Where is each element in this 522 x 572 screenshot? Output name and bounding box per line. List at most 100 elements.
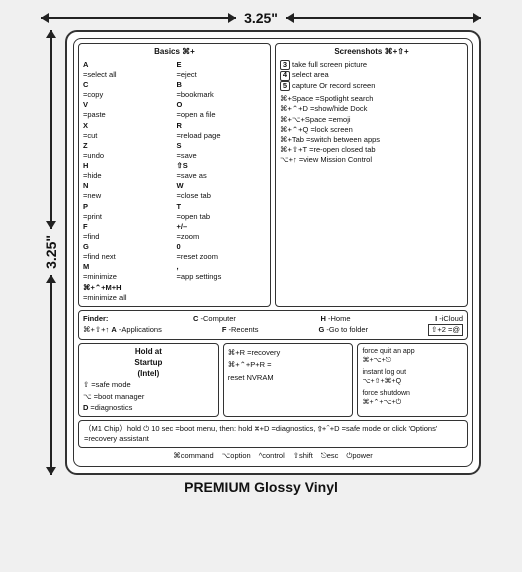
- legend-shift: ⇧shift: [293, 451, 313, 461]
- finder-row-2: ⌘+⇧+↑ A -Applications F -Recents G -Go t…: [83, 324, 463, 336]
- force-shutdown-keys: ⌘+⌃+⌥+⏻: [362, 398, 463, 408]
- horizontal-arrow-right: [286, 17, 481, 19]
- top-section: Basics ⌘+ A =select all E =eject C =copy…: [78, 43, 468, 307]
- basics-item: O =open a file: [177, 100, 267, 120]
- outer-container: 3.25" 3.25" Basics ⌘+ A =select all E =e…: [11, 10, 511, 495]
- startup-title: Hold atStartup(Intel): [83, 347, 214, 379]
- basics-item: C =copy: [83, 80, 173, 100]
- shortcut-row: ⌘+Space =Spotlight search: [280, 94, 463, 104]
- finder-at: ⇧+2 =@: [428, 324, 463, 336]
- basics-item: 0 =reset zoom: [177, 242, 267, 262]
- force-shutdown-section: force shutdown ⌘+⌃+⌥+⏻: [362, 389, 463, 408]
- force-quit-title: force quit an app: [362, 347, 463, 356]
- legend-esc: ⎋esc: [321, 451, 339, 461]
- basics-item: N =new: [83, 181, 173, 201]
- finder-row: Finder: C -Computer H -Home I -iCloud: [83, 314, 463, 324]
- legend-power: ⏻power: [346, 451, 372, 461]
- basics-item: S =save: [177, 141, 267, 161]
- sticker-inner: Basics ⌘+ A =select all E =eject C =copy…: [73, 38, 473, 467]
- diagnostics-label: =diagnostics: [90, 402, 132, 413]
- basics-item: V =paste: [83, 100, 173, 120]
- footer-text: PREMIUM Glossy Vinyl: [184, 479, 338, 495]
- legend-ctrl: ^control: [259, 451, 285, 461]
- finder-home: H -Home: [320, 314, 350, 324]
- startup-boot-manager: ⌥ =boot manager: [83, 391, 214, 402]
- shortcut-row: ⌘+Tab =switch between apps: [280, 135, 463, 145]
- nvram-reset: ⌘+⌃+P+R =: [228, 359, 349, 370]
- finder-go: G -Go to folder: [318, 325, 368, 335]
- force-shutdown-title: force shutdown: [362, 389, 463, 398]
- shortcut-row: ⌥+↑ =view Mission Control: [280, 155, 463, 165]
- basics-item: B =bookmark: [177, 80, 267, 100]
- ss-row-5: 5 capture Or record screen: [280, 81, 463, 92]
- force-quit-keys: ⌘+⌥+⎋: [362, 356, 463, 366]
- height-label: 3.25": [43, 229, 59, 275]
- force-quit-section: force quit an app ⌘+⌥+⎋: [362, 347, 463, 366]
- dimension-top: 3.25": [41, 10, 481, 26]
- basics-item: M =minimize: [83, 262, 173, 282]
- finder-computer: C -Computer: [193, 314, 236, 324]
- bottom-section: Hold atStartup(Intel) ⇧ =safe mode ⌥ =bo…: [78, 343, 468, 417]
- nvram-box: ⌘+R =recovery ⌘+⌃+P+R = reset NVRAM: [223, 343, 354, 417]
- startup-box: Hold atStartup(Intel) ⇧ =safe mode ⌥ =bo…: [78, 343, 219, 417]
- basics-item: Z =undo: [83, 141, 173, 161]
- finder-box: Finder: C -Computer H -Home I -iCloud ⌘+…: [78, 310, 468, 340]
- legend-row: ⌘command ⌥option ^control ⇧shift ⎋esc ⏻p…: [78, 451, 468, 461]
- m1-box: （M1 Chip）hold ⏻ 10 sec =boot menu, then:…: [78, 420, 468, 448]
- ss-desc-5: capture Or record screen: [292, 81, 375, 92]
- basics-item: E =eject: [177, 60, 267, 80]
- instant-logout-section: instant log out ⌥+⇧+⌘+Q: [362, 368, 463, 387]
- shortcuts-section: ⌘+Space =Spotlight search ⌘+⌃+D =show/hi…: [280, 94, 463, 165]
- width-label: 3.25": [236, 10, 286, 26]
- basics-item: , =app settings: [177, 262, 267, 282]
- ss-row-4: 4 select area: [280, 70, 463, 81]
- nvram-reset-label: reset NVRAM: [228, 372, 349, 383]
- shortcut-row: ⌘+⌃+D =show/hide Dock: [280, 104, 463, 114]
- basics-item: A =select all: [83, 60, 173, 80]
- basics-item: G =find next: [83, 242, 173, 262]
- boot-manager-icon: ⌥: [83, 391, 92, 402]
- boot-manager-label: =boot manager: [94, 391, 145, 402]
- basics-item: H =hide: [83, 161, 173, 181]
- sticker: Basics ⌘+ A =select all E =eject C =copy…: [65, 30, 481, 475]
- basics-item: ⇧S =save as: [177, 161, 267, 181]
- basics-item: +/– =zoom: [177, 222, 267, 242]
- shortcut-row: ⌘+⇧+T =re-open closed tab: [280, 145, 463, 155]
- shortcut-row: ⌘+⌃+Q =lock screen: [280, 125, 463, 135]
- screenshots-box: Screenshots ⌘+⇧+ 3 take full screen pict…: [275, 43, 468, 307]
- vertical-arrow-top: [50, 30, 52, 229]
- instant-logout-keys: ⌥+⇧+⌘+Q: [362, 377, 463, 387]
- instant-logout-title: instant log out: [362, 368, 463, 377]
- basics-item: F =find: [83, 222, 173, 242]
- screenshots-title: Screenshots ⌘+⇧+: [280, 47, 463, 58]
- force-box: force quit an app ⌘+⌥+⎋ instant log out …: [357, 343, 468, 417]
- safe-mode-label: =safe mode: [91, 379, 130, 390]
- basics-box: Basics ⌘+ A =select all E =eject C =copy…: [78, 43, 271, 307]
- finder-icloud: I -iCloud: [435, 314, 463, 324]
- ss-num-4: 4: [280, 71, 290, 81]
- basics-item: R =reload page: [177, 121, 267, 141]
- startup-safe-mode: ⇧ =safe mode: [83, 379, 214, 390]
- diagnostics-icon: D: [83, 402, 88, 413]
- safe-mode-icon: ⇧: [83, 379, 89, 390]
- basics-grid: A =select all E =eject C =copy B =bookma…: [83, 60, 266, 303]
- footer-label: PREMIUM Glossy Vinyl: [184, 479, 338, 495]
- finder-recents: F -Recents: [222, 325, 259, 335]
- ss-desc-4: select area: [292, 70, 329, 81]
- legend-cmd: ⌘command: [173, 451, 213, 461]
- ss-num-5: 5: [280, 81, 290, 91]
- basics-item: T =open tab: [177, 202, 267, 222]
- m1-text: （M1 Chip）hold ⏻ 10 sec =boot menu, then:…: [84, 424, 437, 443]
- legend-opt: ⌥option: [222, 451, 251, 461]
- vertical-arrow-bottom: [50, 275, 52, 474]
- horizontal-arrow: [41, 17, 236, 19]
- basics-title: Basics ⌘+: [83, 47, 266, 58]
- nvram-recovery: ⌘+R =recovery: [228, 347, 349, 358]
- basics-item: P =print: [83, 202, 173, 222]
- ss-num-3: 3: [280, 60, 290, 70]
- finder-label: Finder:: [83, 314, 108, 324]
- ss-desc-3: take full screen picture: [292, 60, 367, 71]
- basics-item: X =cut: [83, 121, 173, 141]
- basics-item: W =close tab: [177, 181, 267, 201]
- basics-item-full: ⌘+⌃+M+H=minimize all: [83, 283, 266, 303]
